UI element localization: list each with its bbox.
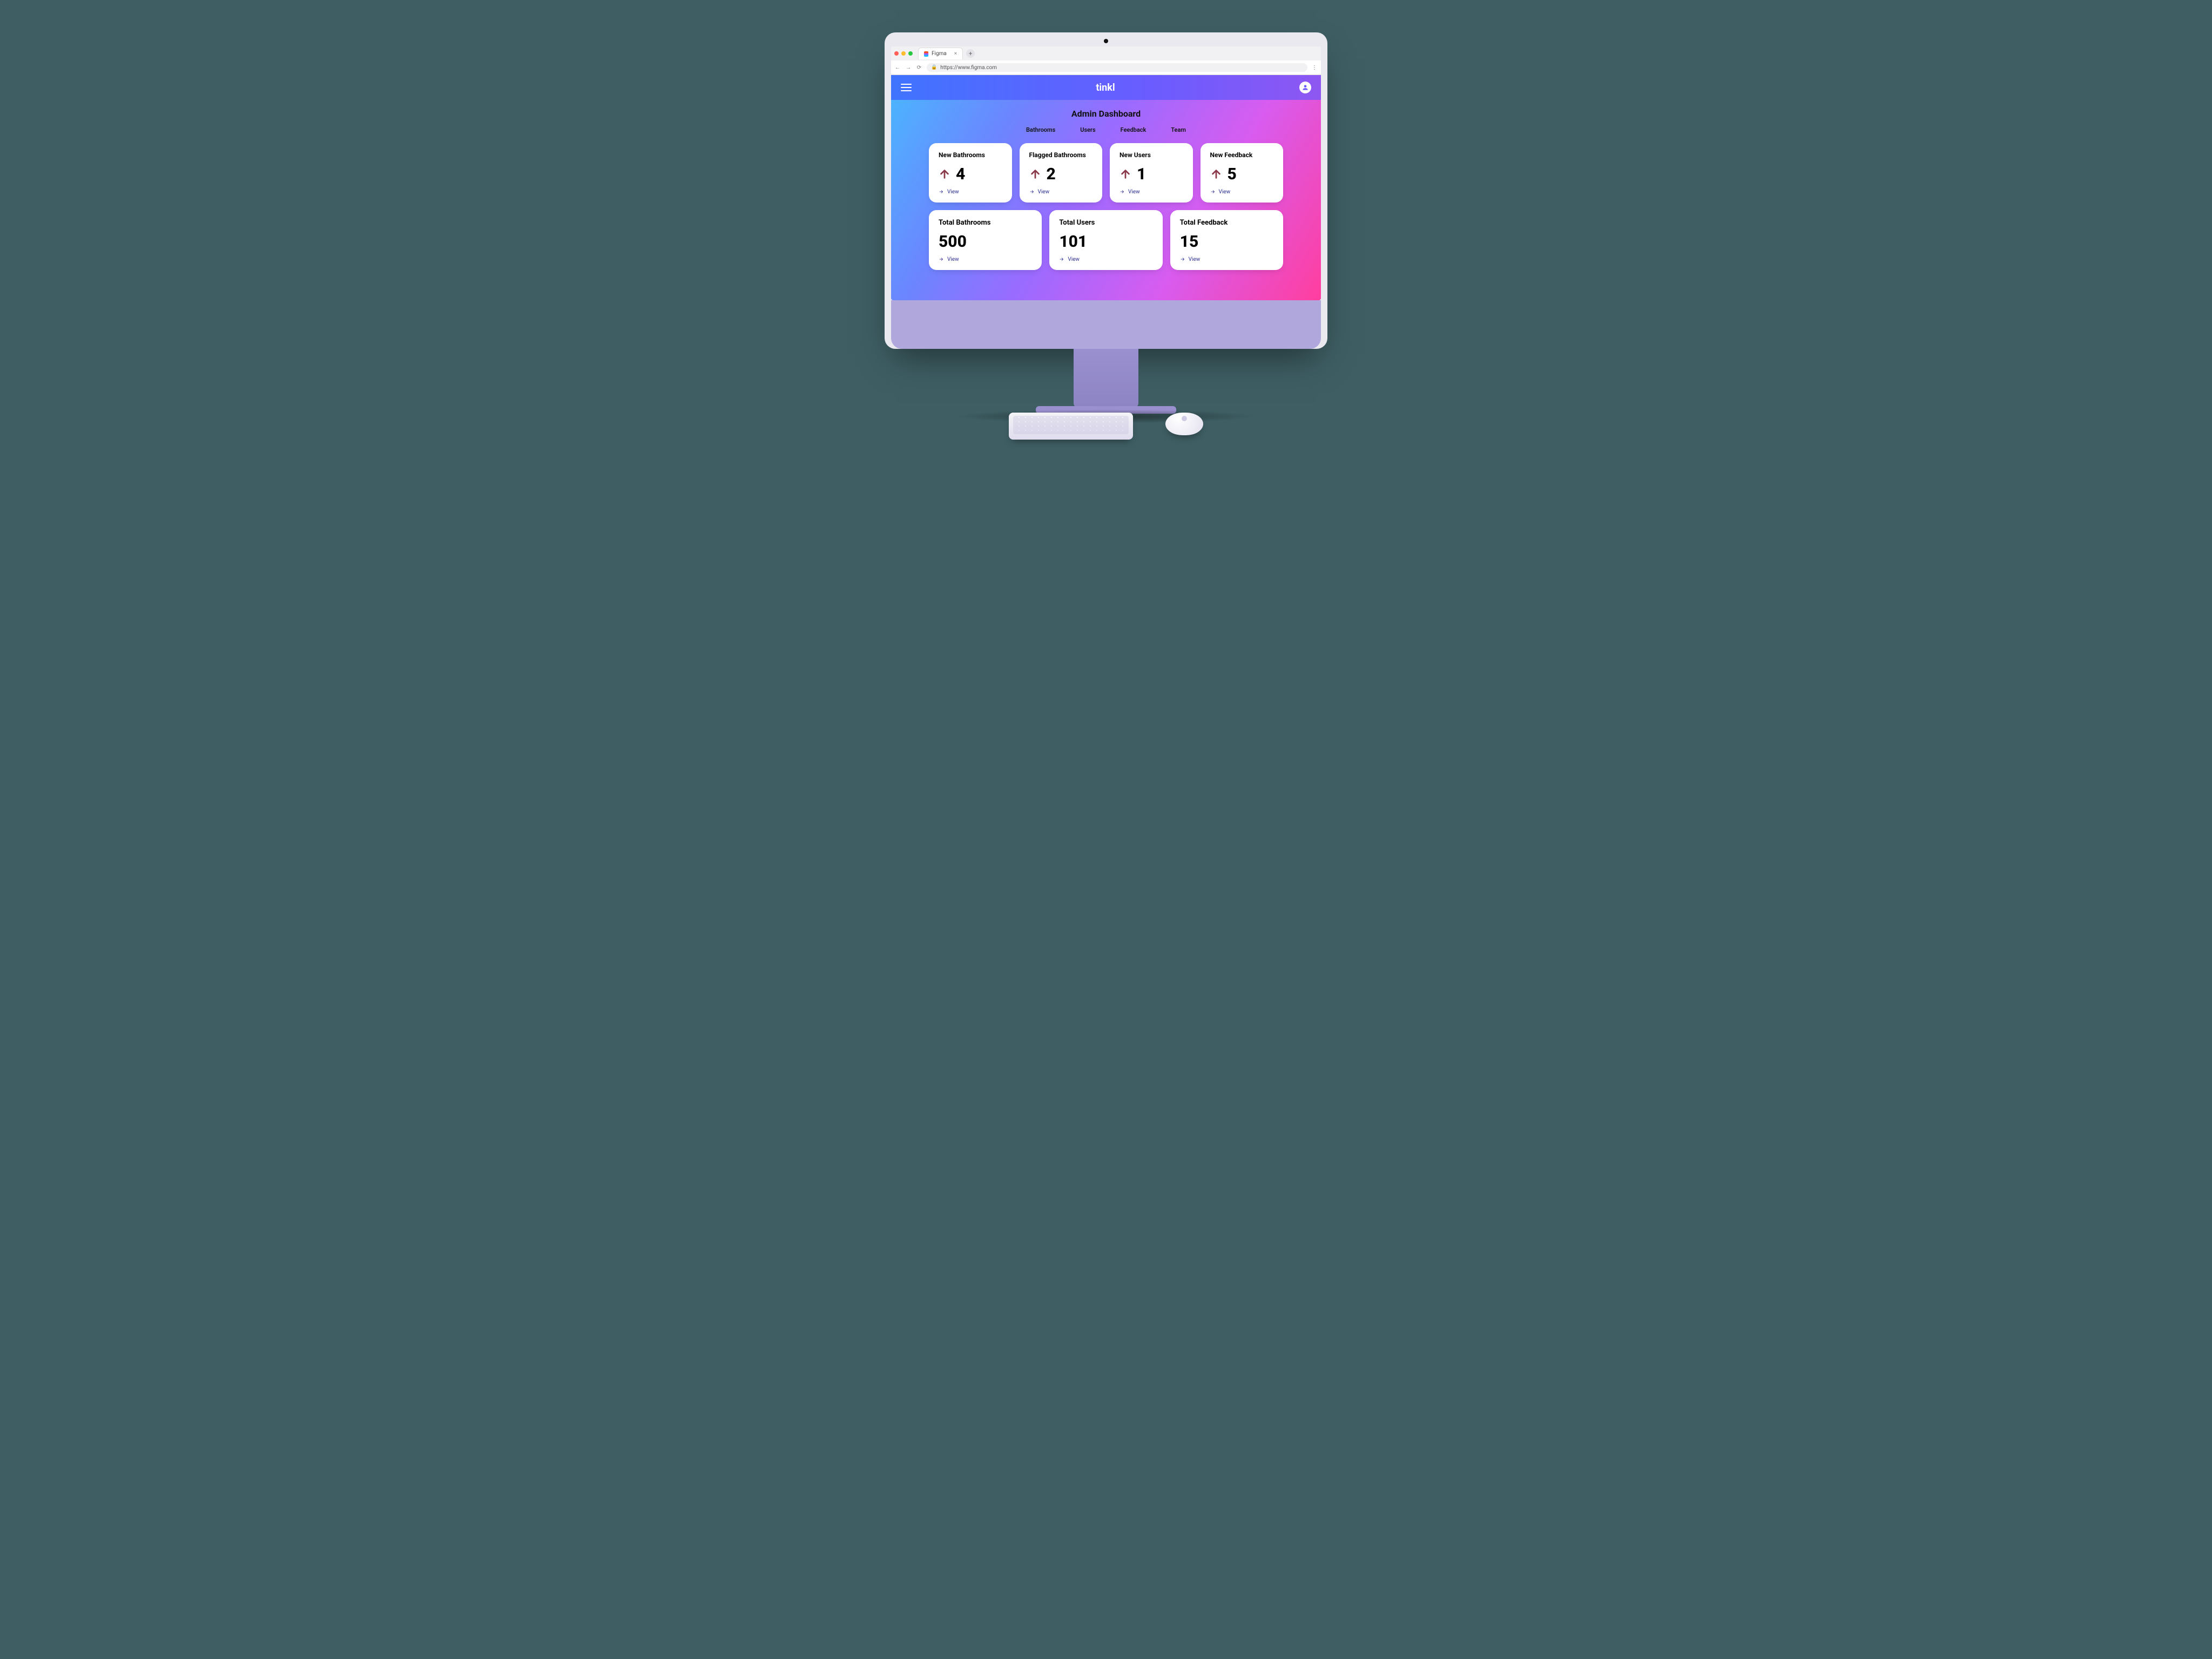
card-value: 15 [1180, 232, 1273, 251]
view-link[interactable]: View [1029, 189, 1093, 195]
browser-chrome: Figma × + ← → ⟳ 🔒 https://www.figma.com [891, 46, 1321, 75]
figma-icon [924, 51, 928, 57]
stat-cards-row: New Bathrooms 4 View Flagged Bath [929, 143, 1283, 203]
url-text: https://www.figma.com [940, 65, 997, 71]
arrow-up-icon [939, 168, 950, 180]
screen: Figma × + ← → ⟳ 🔒 https://www.figma.com [891, 46, 1321, 300]
address-bar[interactable]: 🔒 https://www.figma.com [927, 63, 1307, 72]
view-link[interactable]: View [1059, 257, 1152, 262]
monitor-stand [1074, 349, 1138, 408]
close-tab-icon[interactable]: × [954, 51, 957, 57]
window-controls[interactable] [894, 51, 913, 56]
card-title: New Feedback [1210, 152, 1274, 159]
close-window-icon[interactable] [894, 51, 899, 56]
card-title: New Bathrooms [939, 152, 1002, 159]
card-title: Total Users [1059, 219, 1152, 227]
mouse [1165, 413, 1203, 435]
view-link[interactable]: View [1180, 257, 1273, 262]
brand-logo: tinkl [1096, 82, 1115, 93]
minimize-window-icon[interactable] [901, 51, 906, 56]
card-title: Flagged Bathrooms [1029, 152, 1093, 159]
tab-feedback[interactable]: Feedback [1121, 126, 1147, 133]
browser-tab[interactable]: Figma × [918, 48, 963, 59]
lock-icon: 🔒 [931, 65, 937, 70]
card-total-bathrooms: Total Bathrooms 500 View [929, 210, 1042, 270]
browser-toolbar: ← → ⟳ 🔒 https://www.figma.com ⋮ [891, 60, 1321, 75]
back-button[interactable]: ← [894, 65, 901, 71]
app-header: tinkl [891, 75, 1321, 100]
total-cards-row: Total Bathrooms 500 View Total Users 101 [929, 210, 1283, 270]
card-title: New Users [1120, 152, 1183, 159]
menu-icon[interactable] [901, 84, 912, 91]
forward-button[interactable]: → [905, 65, 912, 71]
view-link[interactable]: View [939, 189, 1002, 195]
arrow-right-icon [1029, 189, 1035, 194]
card-value: 5 [1228, 165, 1237, 184]
app-viewport: tinkl Admin Dashboard Bathrooms Users Fe… [891, 75, 1321, 300]
keyboard [1009, 413, 1133, 440]
tab-title: Figma [932, 51, 947, 57]
view-link[interactable]: View [1120, 189, 1183, 195]
tab-team[interactable]: Team [1171, 126, 1186, 133]
tab-users[interactable]: Users [1080, 126, 1095, 133]
card-new-bathrooms: New Bathrooms 4 View [929, 143, 1012, 203]
card-value: 1 [1137, 165, 1146, 184]
card-title: Total Feedback [1180, 219, 1273, 227]
account-button[interactable] [1299, 82, 1311, 93]
browser-tabstrip: Figma × + [891, 46, 1321, 60]
view-link[interactable]: View [939, 257, 1032, 262]
section-tabs: Bathrooms Users Feedback Team [891, 126, 1321, 133]
imac-mockup: Figma × + ← → ⟳ 🔒 https://www.figma.com [885, 32, 1327, 440]
maximize-window-icon[interactable] [908, 51, 913, 56]
tab-bathrooms[interactable]: Bathrooms [1026, 126, 1055, 133]
arrow-up-icon [1210, 168, 1222, 180]
arrow-right-icon [1210, 189, 1216, 194]
peripherals [885, 413, 1327, 440]
camera-dot [1104, 39, 1108, 43]
card-value: 500 [939, 232, 1032, 251]
dashboard-cards: New Bathrooms 4 View Flagged Bath [891, 143, 1321, 270]
arrow-right-icon [1120, 189, 1125, 194]
browser-menu-button[interactable]: ⋮ [1312, 65, 1318, 71]
arrow-up-icon [1120, 168, 1131, 180]
arrow-right-icon [939, 257, 944, 262]
card-value: 101 [1059, 232, 1152, 251]
view-link[interactable]: View [1210, 189, 1274, 195]
monitor-bezel: Figma × + ← → ⟳ 🔒 https://www.figma.com [885, 32, 1327, 349]
card-total-feedback: Total Feedback 15 View [1170, 210, 1283, 270]
card-flagged-bathrooms: Flagged Bathrooms 2 View [1020, 143, 1103, 203]
user-icon [1301, 84, 1309, 91]
page-title: Admin Dashboard [891, 109, 1321, 119]
card-new-users: New Users 1 View [1110, 143, 1193, 203]
card-total-users: Total Users 101 View [1049, 210, 1162, 270]
monitor-chin [891, 300, 1321, 349]
arrow-right-icon [1059, 257, 1064, 262]
arrow-up-icon [1029, 168, 1041, 180]
arrow-right-icon [939, 189, 944, 194]
card-value: 4 [956, 165, 965, 184]
card-title: Total Bathrooms [939, 219, 1032, 227]
card-new-feedback: New Feedback 5 View [1201, 143, 1284, 203]
reload-button[interactable]: ⟳ [916, 65, 922, 71]
new-tab-button[interactable]: + [966, 49, 975, 58]
arrow-right-icon [1180, 257, 1185, 262]
card-value: 2 [1047, 165, 1056, 184]
